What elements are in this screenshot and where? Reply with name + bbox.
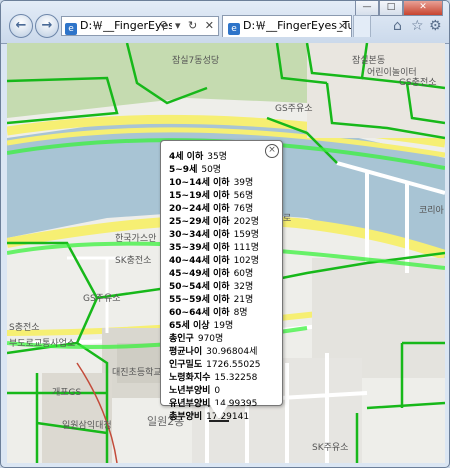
tab-label: D:￦__FingerEyes_Tutori... [243, 19, 352, 32]
map-label: 개포GS [52, 388, 82, 398]
popup-stat-row: 평균나이 30.96804세 [169, 346, 261, 359]
map-label: GS주유소 [275, 104, 313, 114]
page-icon: e [65, 23, 77, 35]
address-bar[interactable]: eD:￦__FingerEyes_Tu ⚲ ▾ ↻ ✕ [61, 16, 219, 36]
stat-label: 총인구 [169, 334, 194, 344]
popup-stat-row: 65세 이상 19명 [169, 320, 261, 333]
tab-close-icon[interactable]: × [338, 16, 347, 36]
popup-stat-row: 60~64세 이하 8명 [169, 307, 261, 320]
popup-close-icon[interactable]: × [265, 144, 279, 158]
stat-label: 노령화지수 [169, 373, 211, 383]
popup-pointer [210, 405, 228, 419]
popup-stat-row: 25~29세 이하 202명 [169, 216, 261, 229]
stat-label: 15~19세 이하 [169, 191, 230, 201]
stat-value: 111명 [233, 243, 260, 253]
stat-label: 30~34세 이하 [169, 230, 230, 240]
home-icon[interactable]: ⌂ [393, 18, 402, 34]
stat-value: 35명 [207, 152, 227, 162]
stat-value: 8명 [233, 308, 248, 318]
stat-value: 159명 [233, 230, 260, 240]
popup-stat-row: 20~24세 이하 76명 [169, 203, 261, 216]
stat-label: 유년부양비 [169, 399, 211, 409]
map-label: 대진초등학교 [112, 368, 162, 378]
stat-value: 76명 [233, 204, 254, 214]
stat-value: 30.96804세 [206, 347, 258, 357]
map-label: SK충전소 [115, 256, 152, 266]
popup-stat-row: 총인구 970명 [169, 333, 261, 346]
stat-label: 평균나이 [169, 347, 203, 357]
map-label: 잠실7동성당 [172, 56, 220, 66]
map-label: 일원삼익대청 [62, 421, 112, 431]
stat-value: 56명 [233, 191, 254, 201]
popup-stat-row: 5~9세 50명 [169, 164, 261, 177]
map-label: 코리아 [419, 206, 444, 216]
popup-stat-row: 50~54세 이하 32명 [169, 281, 261, 294]
new-tab-button[interactable] [353, 15, 371, 37]
window-close-button[interactable]: ✕ [403, 1, 443, 16]
popup-stats: 4세 이하 35명 5~9세 50명 10~14세 이하 39명 15~19세 이하 56명 2… [169, 151, 261, 424]
stat-value: 15.32258 [214, 373, 258, 383]
stat-value: 102명 [233, 256, 260, 266]
map-label: SK주유소 [312, 443, 349, 453]
forward-button[interactable]: → [35, 14, 59, 38]
stat-label: 35~39세 이하 [169, 243, 230, 253]
stat-label: 20~24세 이하 [169, 204, 230, 214]
stat-label: 50~54세 이하 [169, 282, 230, 292]
maximize-button[interactable]: □ [379, 1, 403, 16]
popup-stat-row: 55~59세 이하 21명 [169, 294, 261, 307]
map-label: 한국가스안 [115, 234, 157, 244]
stat-label: 25~29세 이하 [169, 217, 230, 227]
popup-stat-row: 인구밀도 1726.55025 [169, 359, 261, 372]
map-label: S충전소 [9, 323, 40, 333]
map-view[interactable]: 잠실7동성당 잠실본동 어린이놀이터 GS충전소 GS주유소 코리아 한국가스안… [7, 43, 445, 463]
stat-label: 10~14세 이하 [169, 178, 230, 188]
address-controls[interactable]: ⚲ ▾ ↻ ✕ [159, 17, 216, 35]
settings-gear-icon[interactable]: ⚙ [429, 18, 442, 34]
popup-stat-row: 노년부양비 0 [169, 385, 261, 398]
stat-value: 0 [214, 386, 221, 396]
stat-label: 5~9세 [169, 165, 198, 175]
tab-active[interactable]: eD:￦__FingerEyes_Tutori... × [222, 15, 352, 37]
stat-label: 40~44세 이하 [169, 256, 230, 266]
map-label: 부도로교통사업소 [9, 339, 76, 349]
popup-stat-row: 35~39세 이하 111명 [169, 242, 261, 255]
stat-label: 60~64세 이하 [169, 308, 230, 318]
popup-stat-row: 10~14세 이하 39명 [169, 177, 261, 190]
popup-stat-row: 45~49세 이하 60명 [169, 268, 261, 281]
popup-stat-row: 40~44세 이하 102명 [169, 255, 261, 268]
window-controls: — □ ✕ [355, 1, 443, 16]
info-popup: × 4세 이하 35명 5~9세 50명 10~14세 이하 39명 15~19세 이하 56… [160, 140, 283, 422]
location-marker [209, 420, 229, 422]
back-button[interactable]: ← [9, 14, 33, 38]
stat-label: 55~59세 이하 [169, 295, 230, 305]
stat-label: 4세 이하 [169, 152, 204, 162]
popup-stat-row: 15~19세 이하 56명 [169, 190, 261, 203]
stat-label: 인구밀도 [169, 360, 203, 370]
stat-value: 21명 [233, 295, 254, 305]
stat-value: 50명 [201, 165, 222, 175]
stat-value: 1726.55025 [206, 360, 261, 370]
map-label: GS주유소 [83, 294, 121, 304]
address-text: D:￦__FingerEyes_Tu [80, 19, 172, 32]
stat-label: 총부양비 [169, 412, 203, 422]
tab-page-icon: e [228, 23, 240, 35]
minimize-button[interactable]: — [355, 1, 379, 16]
stat-value: 202명 [233, 217, 260, 227]
browser-window: — □ ✕ ← → eD:￦__FingerEyes_Tu ⚲ ▾ ↻ ✕ eD… [0, 0, 450, 468]
stat-value: 39명 [233, 178, 254, 188]
stat-value: 970명 [197, 334, 224, 344]
popup-stat-row: 30~34세 이하 159명 [169, 229, 261, 242]
stat-label: 65세 이상 [169, 321, 210, 331]
popup-stat-row: 노령화지수 15.32258 [169, 372, 261, 385]
popup-stat-row: 4세 이하 35명 [169, 151, 261, 164]
favorites-star-icon[interactable]: ☆ [411, 18, 424, 34]
map-label: GS충전소 [399, 78, 437, 88]
map-label: 로 [283, 214, 292, 224]
browser-toolbar: — □ ✕ ← → eD:￦__FingerEyes_Tu ⚲ ▾ ↻ ✕ eD… [1, 1, 449, 44]
stat-label: 45~49세 이하 [169, 269, 230, 279]
stat-value: 60명 [233, 269, 254, 279]
stat-label: 노년부양비 [169, 386, 211, 396]
stat-value: 19명 [213, 321, 234, 331]
stat-value: 32명 [233, 282, 254, 292]
